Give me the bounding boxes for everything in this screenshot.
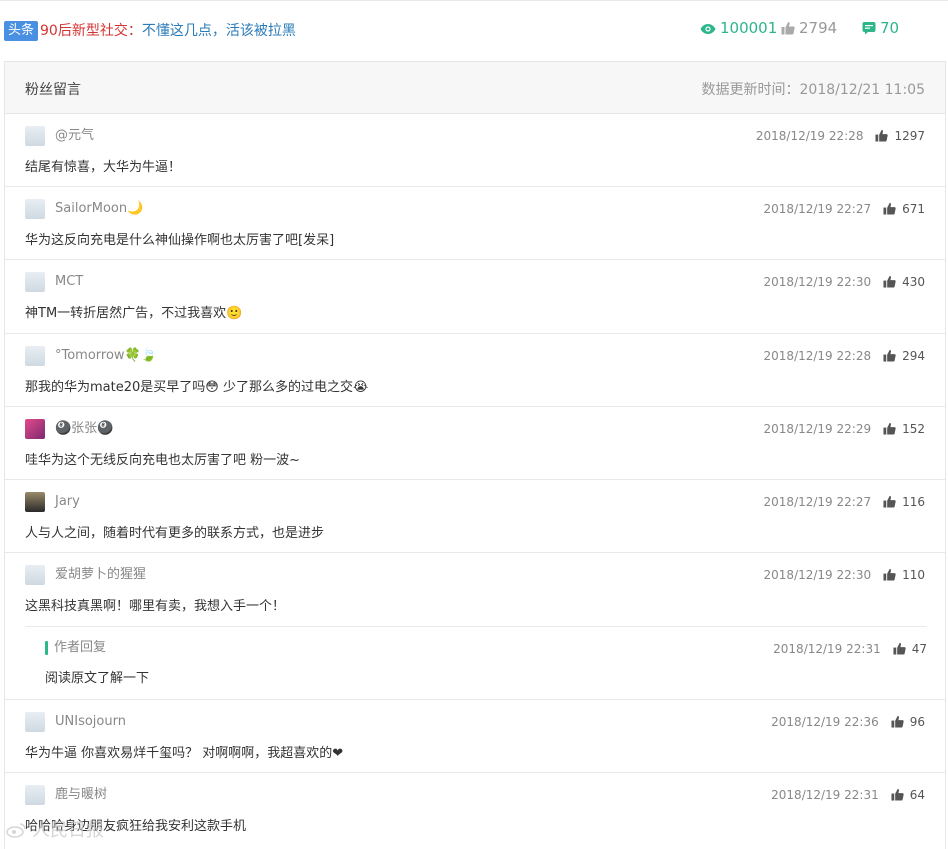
- comment-username: 🎱张张🎱: [55, 421, 114, 436]
- fan-comments-panel: 粉丝留言 数据更新时间：2018/12/21 11:05 @元气 2018/12…: [4, 61, 946, 849]
- comment-meta: 2018/12/19 22:27 116: [764, 492, 925, 512]
- comment-text: 人与人之间，随着时代有更多的联系方式，也是进步: [25, 526, 325, 541]
- avatar: [25, 199, 45, 219]
- comment-meta: 2018/12/19 22:36 96: [771, 712, 925, 732]
- comment-date: 2018/12/19 22:30: [763, 568, 872, 582]
- comment-text: 华为这反向充电是什么神仙操作啊也太厉害了吧[发呆]: [25, 233, 335, 248]
- avatar: [25, 272, 45, 292]
- comment-date: 2018/12/19 22:30: [763, 275, 872, 289]
- comment-meta: 2018/12/19 22:27 671: [764, 199, 925, 219]
- page: 头条 90后新型社交：不懂这几点，活该被拉黑 100001 2794 70 粉丝…: [0, 0, 948, 849]
- comment-username: °Tomorrow🍀🍃: [55, 348, 157, 363]
- comment-item: 🎱张张🎱 2018/12/19 22:29 152 哇华为这个无线反向充电也太厉害…: [5, 407, 945, 480]
- comment-like-count: 1297: [894, 129, 925, 143]
- comment-date: 2018/12/19 22:36: [771, 715, 879, 729]
- comment-item: 爱胡萝卜的猩猩 2018/12/19 22:30 110 这黑科技真黑啊！哪里有卖…: [5, 553, 945, 700]
- update-time: 数据更新时间：2018/12/21 11:05: [701, 82, 926, 98]
- comment-like-count: 64: [909, 788, 925, 802]
- avatar: [25, 346, 45, 366]
- comment-item: SailorMoon🌙 2018/12/19 22:27 671 华为这反向充电是…: [5, 187, 945, 260]
- thumbs-up-icon[interactable]: [875, 129, 889, 142]
- comment-username: Jary: [55, 494, 80, 509]
- comment-meta: 2018/12/19 22:29 152: [764, 419, 925, 439]
- thumbs-up-icon[interactable]: [883, 349, 896, 362]
- avatar: [25, 419, 45, 439]
- reply-text: 阅读原文了解一下: [45, 671, 150, 686]
- reply-label: 作者回复: [54, 640, 107, 655]
- comment-username: @元气: [55, 128, 95, 143]
- comment-text: 结尾有惊喜，大华为牛逼！: [25, 160, 182, 175]
- likes-stat: 2794: [781, 18, 837, 38]
- comment-username: MCT: [55, 274, 84, 289]
- comment-item: MCT 2018/12/19 22:30 430 神TM一转折居然广告，不过我喜欢…: [5, 260, 945, 334]
- comments-count: 70: [880, 19, 900, 37]
- comment-like-count: 671: [902, 202, 925, 216]
- comment-username: UNIsojourn: [55, 714, 126, 729]
- comment-date: 2018/12/19 22:27: [763, 202, 872, 216]
- avatar: [25, 712, 45, 732]
- thumbs-up-icon[interactable]: [893, 642, 906, 655]
- views-stat: 100001: [700, 18, 777, 38]
- reply-like-count: 47: [911, 642, 927, 656]
- reply-date: 2018/12/19 22:31: [773, 642, 881, 656]
- watermark-text: 人民日报: [32, 820, 104, 841]
- article-stats: 100001 2794 70: [0, 18, 948, 38]
- panel-header: 粉丝留言 数据更新时间：2018/12/21 11:05: [5, 62, 945, 114]
- watermark: 人民日报: [6, 816, 104, 842]
- comment-date: 2018/12/19 22:28: [763, 349, 872, 363]
- avatar: [25, 492, 45, 512]
- comment-item: °Tomorrow🍀🍃 2018/12/19 22:28 294 那我的华为mat…: [5, 334, 945, 407]
- comments-stat: 70: [862, 18, 899, 38]
- thumbs-up-icon[interactable]: [891, 715, 904, 728]
- panel-title: 粉丝留言: [25, 82, 81, 98]
- comment-text: 这黑科技真黑啊！哪里有卖，我想入手一个！: [25, 599, 286, 614]
- reply-meta: 2018/12/19 22:31 47: [773, 639, 927, 659]
- eye-icon: [700, 24, 716, 34]
- comment-text: 那我的华为mate20是买早了吗😳 少了那么多的过电之交😭: [25, 380, 369, 395]
- thumbs-up-icon[interactable]: [883, 422, 896, 435]
- comment-username: 鹿与暖树: [55, 787, 108, 802]
- comment-meta: 2018/12/19 22:28 294: [764, 346, 925, 366]
- comment-meta: 2018/12/19 22:28 1297: [756, 126, 925, 146]
- comment-icon: [862, 22, 876, 35]
- comment-date: 2018/12/19 22:29: [763, 422, 872, 436]
- avatar: [25, 126, 45, 146]
- comment-date: 2018/12/19 22:28: [755, 129, 864, 143]
- comment-meta: 2018/12/19 22:30 430: [764, 272, 925, 292]
- comment-text: 神TM一转折居然广告，不过我喜欢🙂: [25, 306, 243, 321]
- avatar: [25, 785, 45, 805]
- avatar: [25, 565, 45, 585]
- comment-meta: 2018/12/19 22:31 64: [771, 785, 925, 805]
- comment-like-count: 294: [902, 349, 925, 363]
- comment-text: 哇华为这个无线反向充电也太厉害了吧 粉一波~: [25, 453, 301, 468]
- comment-date: 2018/12/19 22:31: [771, 788, 879, 802]
- thumbs-up-icon[interactable]: [883, 202, 896, 215]
- comment-item: 鹿与暖树 2018/12/19 22:31 64 哈哈哈身边朋友疯狂给我安利这款手…: [5, 773, 945, 849]
- comment-text: 华为牛逼 你喜欢易烊千玺吗？ 对啊啊啊，我超喜欢的❤: [25, 746, 344, 761]
- comment-username: 爱胡萝卜的猩猩: [55, 567, 147, 582]
- thumbs-up-icon[interactable]: [883, 275, 896, 288]
- thumbs-up-icon[interactable]: [891, 788, 904, 801]
- comment-date: 2018/12/19 22:27: [763, 495, 872, 509]
- comment-like-count: 116: [902, 495, 925, 509]
- comment-username: SailorMoon🌙: [55, 201, 144, 216]
- thumbs-up-icon: [781, 22, 795, 35]
- comment-like-count: 110: [902, 568, 925, 582]
- comment-item: UNIsojourn 2018/12/19 22:36 96 华为牛逼 你喜欢易烊…: [5, 700, 945, 773]
- thumbs-up-icon[interactable]: [883, 568, 896, 581]
- comment-item: @元气 2018/12/19 22:28 1297 结尾有惊喜，大华为牛逼！: [5, 114, 945, 187]
- comment-item: Jary 2018/12/19 22:27 116 人与人之间，随着时代有更多的联…: [5, 480, 945, 553]
- comment-like-count: 430: [902, 275, 925, 289]
- reply-marker: [45, 641, 48, 655]
- weibo-logo-icon: [6, 823, 26, 838]
- comment-meta: 2018/12/19 22:30 110: [764, 565, 925, 585]
- thumbs-up-icon[interactable]: [883, 495, 896, 508]
- comment-like-count: 96: [909, 715, 925, 729]
- likes-count: 2794: [799, 19, 838, 37]
- author-reply: 作者回复 2018/12/19 22:31 47 阅读原文了解一下: [25, 626, 927, 699]
- views-count: 100001: [720, 19, 778, 37]
- comment-like-count: 152: [902, 422, 925, 436]
- article-bar: 头条 90后新型社交：不懂这几点，活该被拉黑 100001 2794 70: [0, 0, 948, 60]
